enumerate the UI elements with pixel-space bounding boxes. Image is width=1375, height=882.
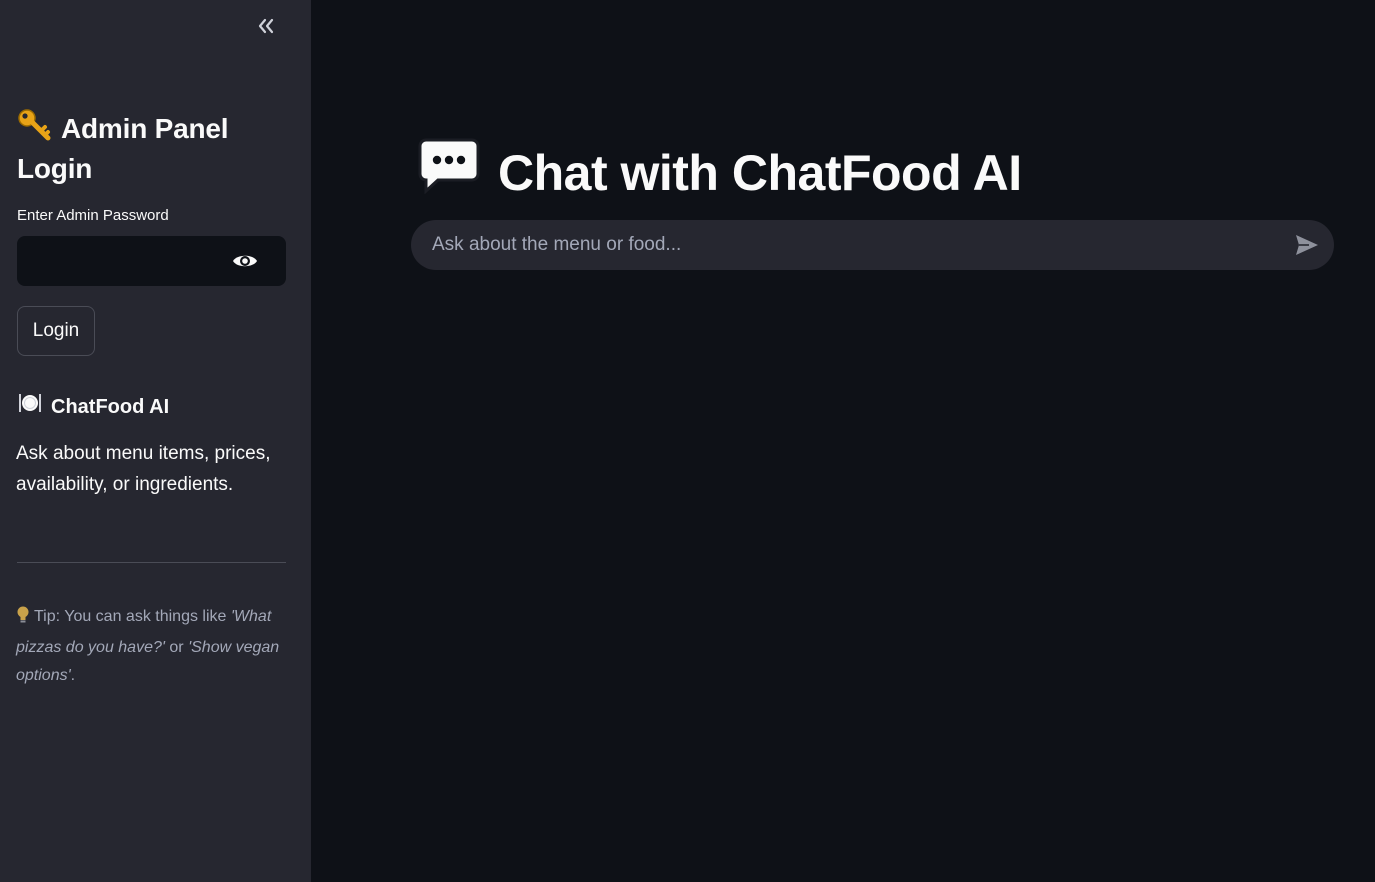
collapse-sidebar-button[interactable]	[252, 12, 280, 40]
send-icon	[1296, 235, 1318, 255]
page-title: Chat with ChatFood AI	[418, 138, 1022, 207]
tip-middle: or	[164, 639, 189, 656]
speech-bubble-icon	[418, 138, 480, 207]
sidebar: Admin Panel Login Enter Admin Password L…	[0, 0, 311, 882]
show-password-button[interactable]	[230, 249, 260, 273]
admin-panel-title: Admin Panel Login	[17, 108, 287, 187]
send-button[interactable]	[1293, 232, 1321, 258]
double-chevron-left-icon	[258, 18, 274, 34]
password-label: Enter Admin Password	[17, 207, 169, 224]
lightbulb-icon	[16, 606, 30, 634]
tip-suffix: .	[70, 667, 76, 684]
password-field-container	[17, 236, 286, 286]
eye-icon	[233, 255, 257, 267]
app: Admin Panel Login Enter Admin Password L…	[0, 0, 1375, 882]
sidebar-divider	[17, 562, 286, 563]
login-button[interactable]: Login	[17, 306, 95, 356]
key-icon	[17, 108, 53, 151]
password-input[interactable]	[17, 236, 227, 286]
sidebar-description: Ask about menu items, prices, availabili…	[16, 443, 271, 495]
page-title-text: Chat with ChatFood AI	[498, 144, 1022, 201]
brand-name: ChatFood AI	[51, 396, 170, 418]
plate-with-cutlery-icon	[17, 390, 43, 424]
chat-input-container	[411, 220, 1334, 270]
tip-text: Tip: You can ask things like 'What pizza…	[16, 603, 291, 690]
chat-input[interactable]	[411, 220, 1271, 270]
brand-heading: ChatFood AI	[17, 390, 169, 424]
tip-prefix: Tip: You can ask things like	[34, 608, 231, 625]
